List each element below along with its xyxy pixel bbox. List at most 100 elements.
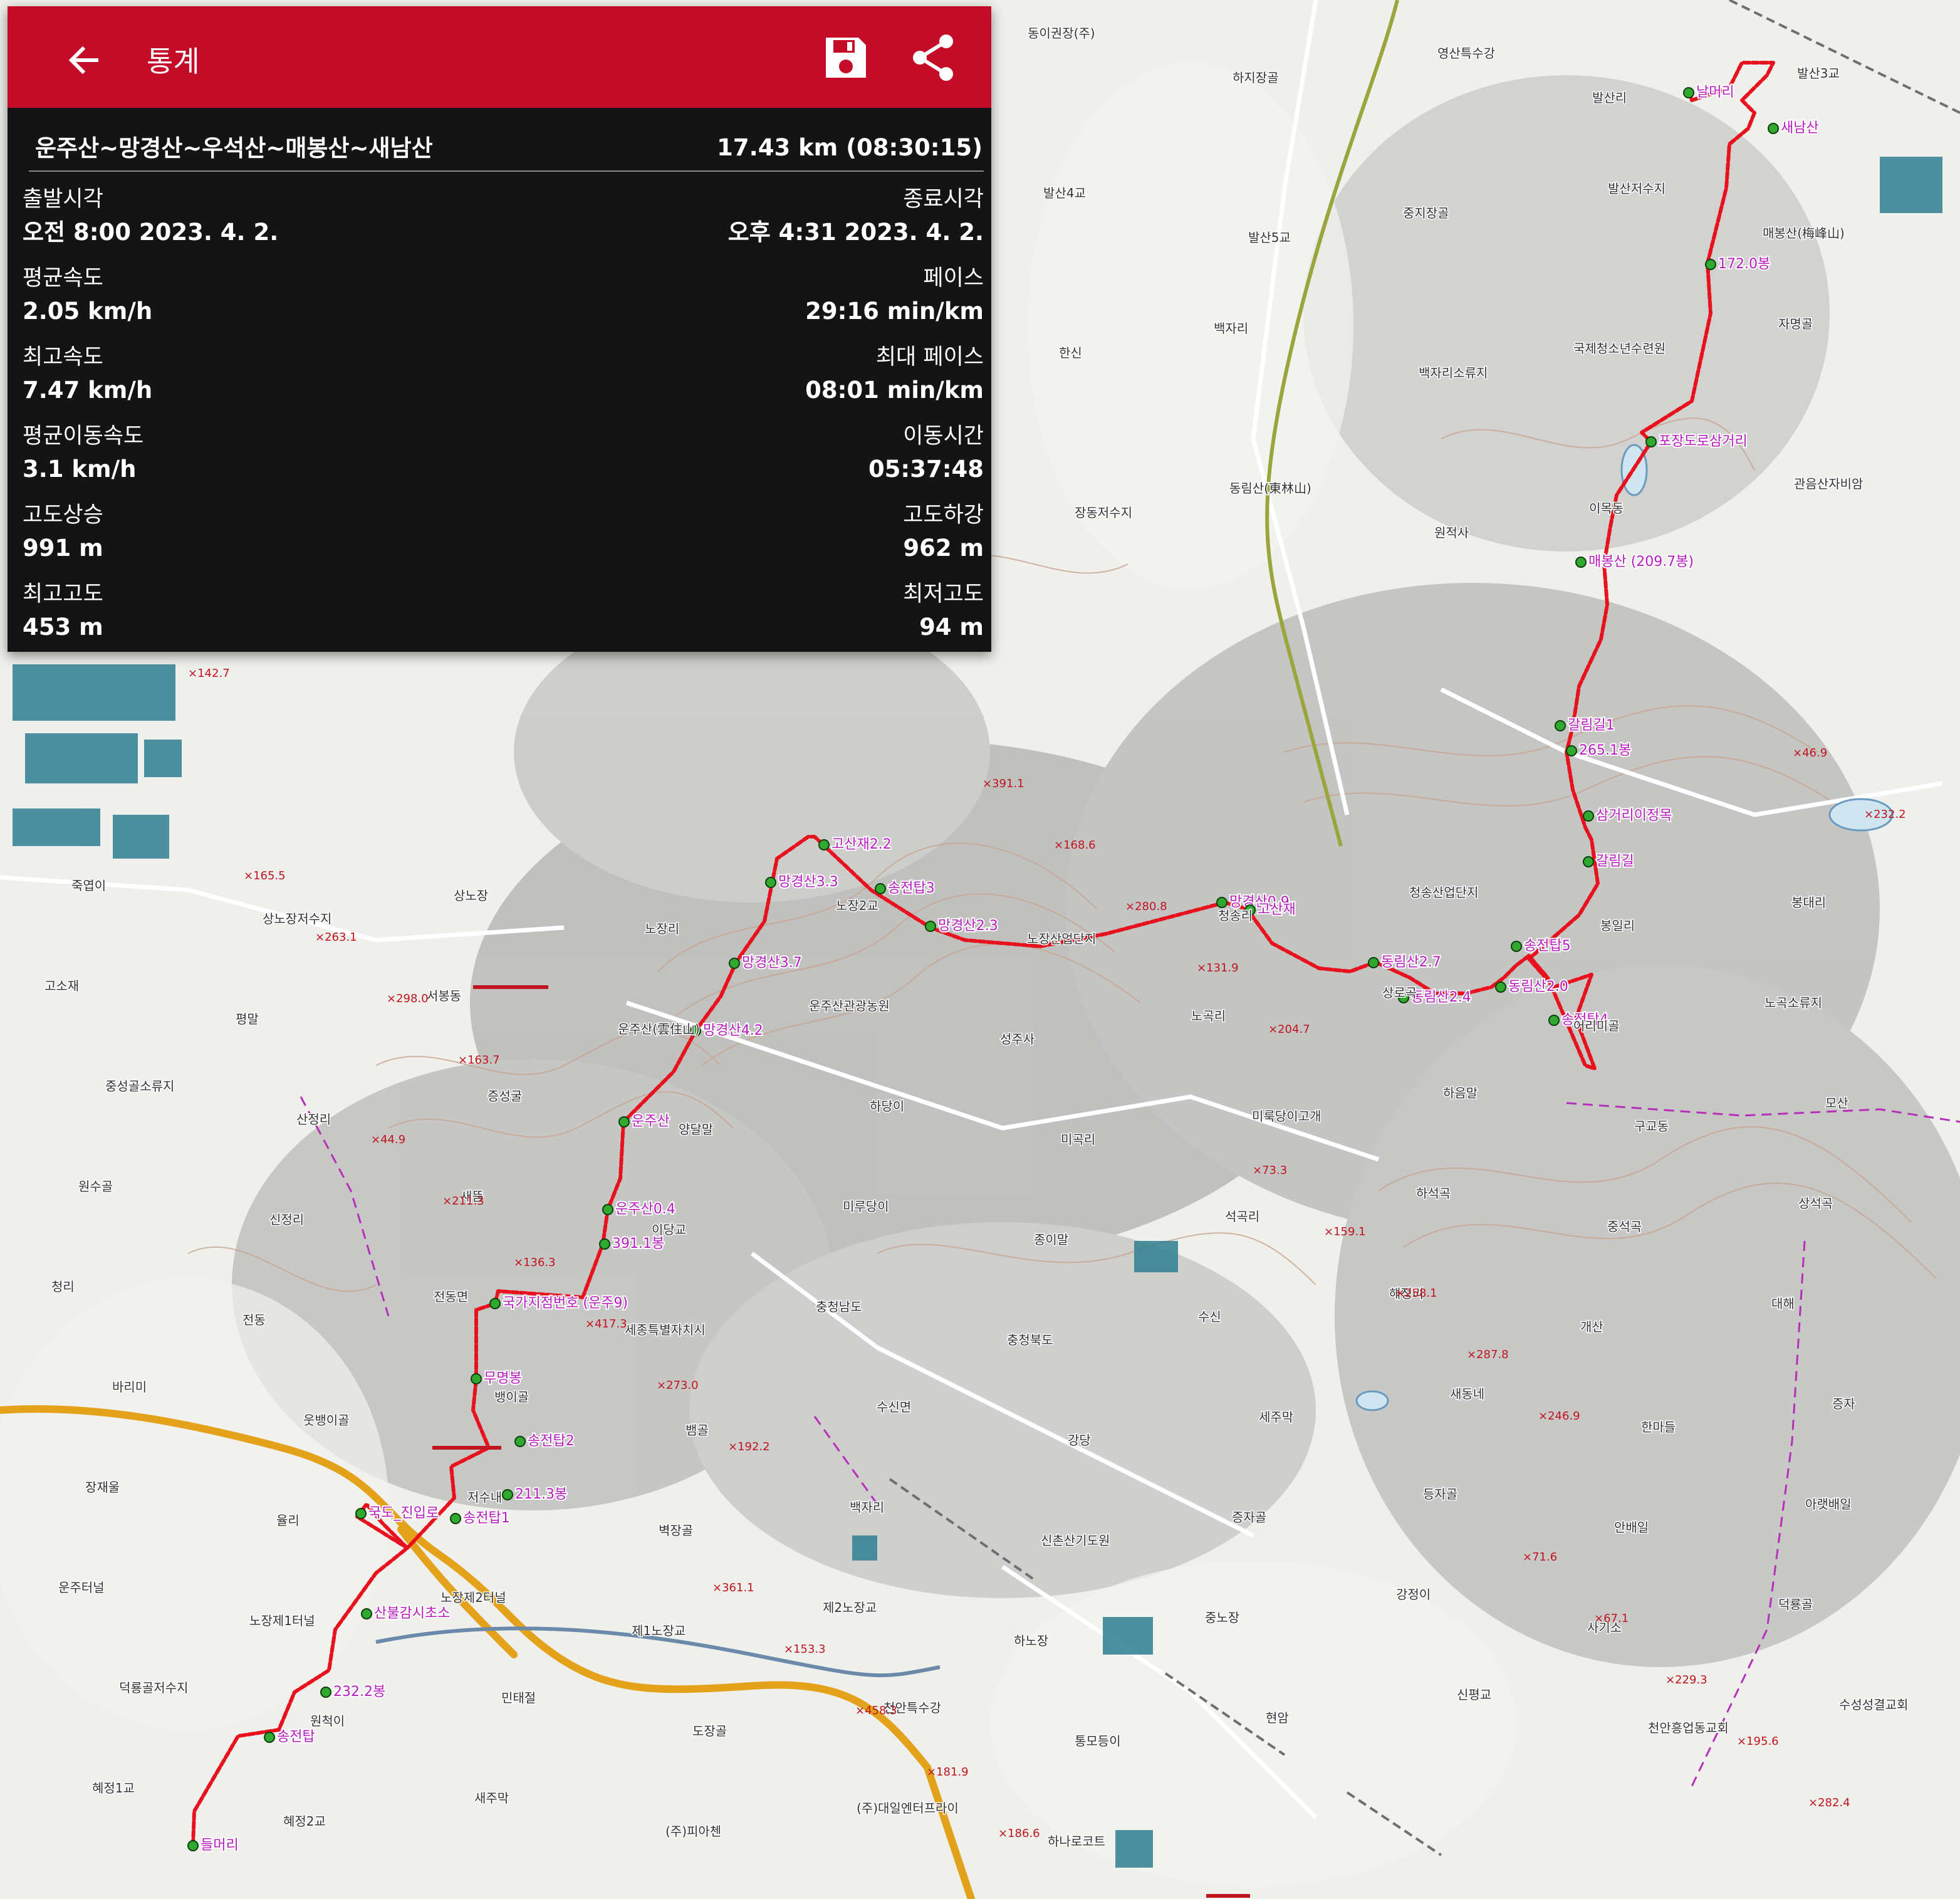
place-name-label: (주)대일엔터프라이 <box>857 1801 959 1816</box>
waypoint-marker[interactable] <box>1575 557 1587 568</box>
place-name-label: 수신면 <box>877 1399 911 1415</box>
spot-height-label: ×159.1 <box>1324 1225 1366 1238</box>
waypoint-label: 송전탑1 <box>463 1510 510 1526</box>
waypoint-label: 송전탑2 <box>528 1433 575 1449</box>
waypoint-marker[interactable] <box>471 1373 482 1384</box>
back-button[interactable] <box>59 35 109 85</box>
place-name-label: 수성성결교회 <box>1839 1697 1908 1712</box>
waypoint-marker[interactable] <box>618 1116 630 1127</box>
waypoint-marker[interactable] <box>320 1687 331 1698</box>
divider <box>29 170 984 172</box>
waypoint-marker[interactable] <box>1768 123 1779 134</box>
waypoint-marker[interactable] <box>1555 720 1566 731</box>
place-name-label: 세주막 <box>1259 1410 1293 1425</box>
place-name-label: 한신 <box>1059 345 1082 360</box>
waypoint-label: 송전탑5 <box>1524 938 1571 954</box>
waypoint-marker[interactable] <box>1583 810 1594 822</box>
waypoint-marker[interactable] <box>489 1298 501 1309</box>
spot-height-label: ×44.9 <box>371 1133 405 1146</box>
waypoint-label: 고산재2.2 <box>831 837 892 852</box>
spot-height-label: ×186.6 <box>998 1827 1040 1840</box>
spot-height-label: ×258.1 <box>1395 1287 1437 1300</box>
waypoint-marker[interactable] <box>502 1489 513 1500</box>
place-name-label: 하나로코트 <box>1048 1834 1105 1849</box>
place-name-label: 개산 <box>1580 1319 1603 1334</box>
place-name-label: 산정리 <box>296 1112 331 1127</box>
place-name-label: 충청남도 <box>816 1299 862 1314</box>
page-title: 통계 <box>147 44 200 78</box>
waypoint-label: 망경산4.2 <box>703 1023 763 1038</box>
place-name-label: 대해 <box>1771 1296 1795 1311</box>
waypoint-label: 운주산0.4 <box>615 1201 675 1217</box>
save-button[interactable] <box>820 31 872 84</box>
waypoint-marker[interactable] <box>925 921 936 932</box>
waypoint-marker[interactable] <box>450 1513 461 1524</box>
place-name-label: 상로곡 <box>1382 985 1417 1000</box>
place-name-label: 강정이 <box>1396 1587 1431 1602</box>
spot-height-label: ×67.1 <box>1594 1612 1629 1625</box>
place-name-label: 미곡리 <box>1061 1132 1095 1147</box>
route-distance-duration: 17.43 km (08:30:15) <box>717 134 983 161</box>
place-name-label: 노장제2터널 <box>440 1590 506 1605</box>
max-pace-value: 08:01 min/km <box>805 377 984 404</box>
place-name-label: 발산저수지 <box>1608 181 1665 196</box>
waypoint-marker[interactable] <box>1495 981 1506 993</box>
waypoint-marker[interactable] <box>1368 957 1379 968</box>
waypoint-marker[interactable] <box>875 883 886 894</box>
place-name-label: 신평교 <box>1457 1687 1491 1702</box>
share-button[interactable] <box>907 31 960 84</box>
place-name-label: 혜정2교 <box>283 1814 326 1829</box>
waypoint-marker[interactable] <box>818 839 830 850</box>
place-name-label: 하음말 <box>1443 1086 1478 1101</box>
waypoint-marker[interactable] <box>1548 1015 1560 1026</box>
waypoint-marker[interactable] <box>1645 436 1657 447</box>
place-name-label: 뱅이골 <box>494 1389 529 1405</box>
waypoint-marker[interactable] <box>1705 259 1716 270</box>
waypoint-marker[interactable] <box>361 1608 372 1619</box>
place-name-label: 백자리소류지 <box>1419 365 1488 380</box>
spot-height-label: ×229.3 <box>1665 1673 1707 1687</box>
place-name-label: 원수골 <box>78 1179 113 1194</box>
waypoint-marker[interactable] <box>729 958 740 969</box>
place-name-label: 장재울 <box>85 1480 120 1495</box>
place-name-label: 노곡리 <box>1191 1008 1226 1023</box>
waypoint-label: 391.1봉 <box>612 1236 664 1252</box>
end-time-value: 오후 4:31 2023. 4. 2. <box>727 219 984 246</box>
waypoint-marker[interactable] <box>355 1508 367 1519</box>
waypoint-label: 산불감시초소 <box>374 1606 450 1621</box>
waypoint-marker[interactable] <box>514 1436 526 1447</box>
waypoint-marker[interactable] <box>1683 87 1694 98</box>
place-name-label: 전동 <box>242 1312 266 1327</box>
waypoint-label: 211.3봉 <box>515 1487 567 1502</box>
waypoint-marker[interactable] <box>765 877 776 888</box>
stat-row-max-speed: 최고속도 7.47 km/h 최대 페이스 08:01 min/km <box>23 343 984 421</box>
waypoint-marker[interactable] <box>1566 745 1577 756</box>
place-name-label: 민태절 <box>501 1690 536 1705</box>
spot-height-label: ×136.3 <box>514 1256 556 1269</box>
stat-row-speed: 평균속도 2.05 km/h 페이스 29:16 min/km <box>23 264 984 342</box>
place-name-label: 청송리 <box>1218 908 1253 923</box>
waypoint-label: 들머리 <box>201 1838 239 1853</box>
waypoint-marker[interactable] <box>187 1840 199 1851</box>
spot-height-label: ×246.9 <box>1538 1410 1580 1423</box>
place-name-label: 수신 <box>1198 1309 1221 1324</box>
spot-height-label: ×280.8 <box>1125 900 1167 913</box>
place-name-label: 청송산업단지 <box>1409 885 1478 900</box>
place-name-label: 운주터널 <box>58 1580 105 1595</box>
place-name-label: 서봉동 <box>427 988 461 1003</box>
waypoint-marker[interactable] <box>264 1732 275 1743</box>
waypoint-label: 새남산 <box>1781 120 1819 136</box>
waypoint-marker[interactable] <box>1511 941 1522 952</box>
waypoint-marker[interactable] <box>599 1238 610 1250</box>
spot-height-label: ×282.4 <box>1808 1796 1850 1809</box>
waypoint-marker[interactable] <box>1583 856 1594 867</box>
place-name-label: 백자리 <box>850 1500 884 1515</box>
place-name-label: 하당이 <box>870 1099 904 1114</box>
moving-time-label: 이동시간 <box>903 424 984 449</box>
waypoint-marker[interactable] <box>602 1204 613 1215</box>
waypoint-marker[interactable] <box>1216 897 1228 908</box>
waypoint-label: 망경산2.3 <box>938 918 998 934</box>
place-name-label: 하노장 <box>1014 1633 1048 1648</box>
place-name-label: 원척이 <box>310 1713 345 1729</box>
place-name-label: 미룩당이고개 <box>1252 1109 1321 1124</box>
